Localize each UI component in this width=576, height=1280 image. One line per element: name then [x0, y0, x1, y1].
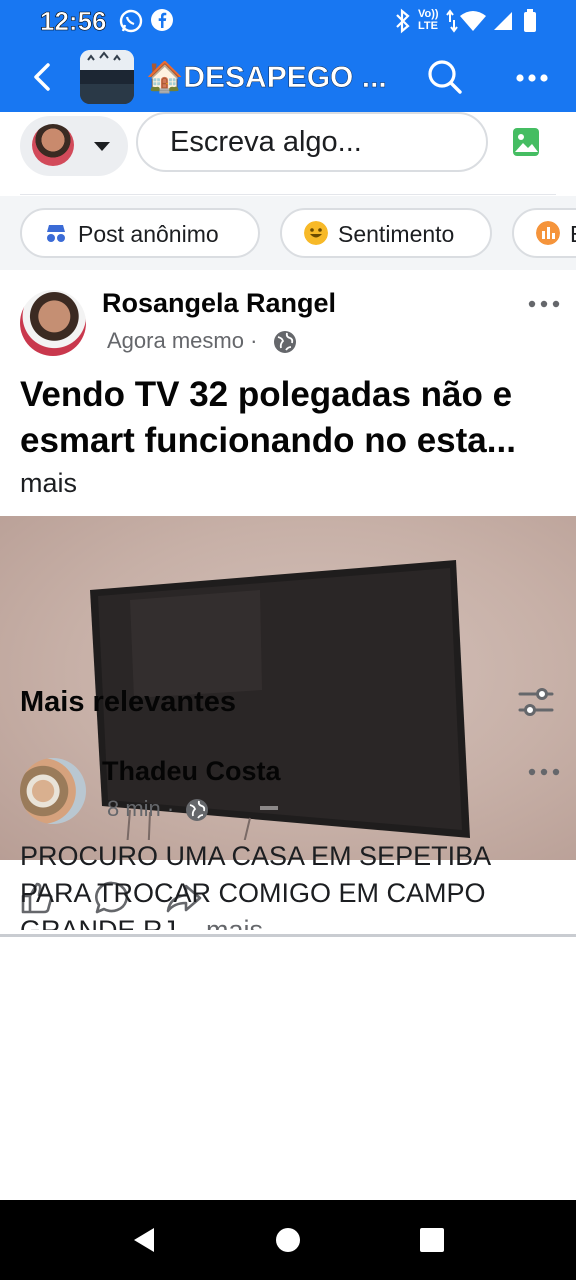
meta-separator: · — [250, 328, 258, 353]
post-text-line-1: Vendo TV 32 polegadas não e — [20, 375, 513, 414]
comment-time[interactable]: 8 min — [107, 796, 161, 821]
whatsapp-notification-icon — [119, 9, 143, 33]
comments-sort-title[interactable]: Mais relevantes — [20, 686, 236, 719]
comment-line-3-text: GRANDE RJ... — [20, 915, 199, 930]
facebook-group-screen: 12:56 Vo)) LTE 🏠DESAPEGO ... Escreva alg… — [0, 0, 576, 1280]
poll-icon — [536, 221, 560, 245]
filter-sliders-icon[interactable] — [516, 686, 556, 718]
comment-line-3: GRANDE RJ... mais — [20, 912, 560, 930]
chip-label: E — [570, 221, 576, 248]
commenter-name[interactable]: Thadeu Costa — [102, 756, 281, 787]
comment-see-more-link[interactable]: mais — [206, 915, 263, 930]
see-more-link[interactable]: mais — [20, 468, 77, 499]
more-options-icon[interactable] — [512, 60, 552, 96]
facebook-notification-icon — [151, 9, 173, 31]
chip-label: Sentimento — [338, 221, 455, 247]
comment-more-icon[interactable] — [526, 760, 562, 784]
chip-label: Post anônimo — [78, 221, 219, 247]
nav-recents-icon[interactable] — [414, 1222, 450, 1258]
back-arrow-icon[interactable] — [24, 57, 64, 97]
post-meta: Agora mesmo · — [107, 328, 257, 354]
wifi-icon — [460, 11, 486, 31]
post-time[interactable]: Agora mesmo — [107, 328, 244, 353]
search-icon[interactable] — [424, 56, 466, 98]
author-name[interactable]: Rosangela Rangel — [102, 288, 336, 319]
composer-divider — [20, 194, 556, 195]
meta-separator: · — [166, 796, 175, 821]
group-cover-thumbnail[interactable] — [80, 50, 134, 104]
group-cover-image — [80, 50, 134, 104]
globe-icon — [274, 331, 296, 353]
comment-line-1: PROCURO UMA CASA EM SEPETIBA — [20, 841, 492, 871]
post-composer: Escreva algo... — [0, 112, 576, 196]
battery-icon — [524, 9, 536, 32]
commenter-avatar[interactable] — [20, 758, 86, 824]
nav-back-icon[interactable] — [126, 1222, 162, 1258]
post-more-icon[interactable] — [526, 292, 562, 316]
comment-line-2: PARA TROCAR COMIGO EM CAMPO — [20, 878, 486, 908]
chip-poll[interactable]: E — [512, 208, 576, 258]
author-avatar[interactable] — [20, 290, 86, 356]
comment-text: PROCURO UMA CASA EM SEPETIBA PARA TROCAR… — [20, 838, 560, 930]
post-text: Vendo TV 32 polegadas não e esmart funci… — [20, 372, 556, 464]
write-something-input[interactable]: Escreva algo... — [136, 112, 488, 172]
photo-icon[interactable] — [512, 126, 540, 158]
group-title[interactable]: 🏠DESAPEGO ... — [146, 60, 387, 95]
profile-switcher[interactable] — [20, 116, 128, 176]
bluetooth-icon — [396, 8, 410, 34]
system-navigation-bar — [0, 1200, 576, 1280]
chip-feeling[interactable]: Sentimento — [280, 208, 492, 258]
comment-meta: 8 min · — [107, 796, 174, 822]
incognito-icon — [47, 225, 65, 242]
top-bar: 12:56 Vo)) LTE 🏠DESAPEGO ... — [0, 0, 576, 112]
post-text-line-2: esmart funcionando no esta... — [20, 421, 516, 460]
status-bar: 12:56 Vo)) LTE — [0, 0, 576, 42]
status-time: 12:56 — [40, 6, 107, 37]
app-bar: 🏠DESAPEGO ... — [0, 42, 576, 112]
post-type-chips: Post anônimo Sentimento E — [0, 196, 576, 270]
user-avatar — [32, 124, 74, 166]
cellular-signal-icon — [494, 12, 512, 30]
section-divider — [0, 934, 576, 937]
globe-icon — [186, 799, 208, 821]
chip-anonymous-post[interactable]: Post anônimo — [20, 208, 260, 258]
volte-indicator: Vo)) LTE — [418, 8, 446, 32]
network-type-label: LTE — [418, 20, 438, 32]
chevron-down-icon — [94, 142, 110, 151]
volte-label: Vo)) — [418, 8, 439, 20]
smiley-icon — [304, 221, 328, 245]
nav-home-icon[interactable] — [270, 1222, 306, 1258]
data-arrows-icon — [446, 9, 458, 33]
